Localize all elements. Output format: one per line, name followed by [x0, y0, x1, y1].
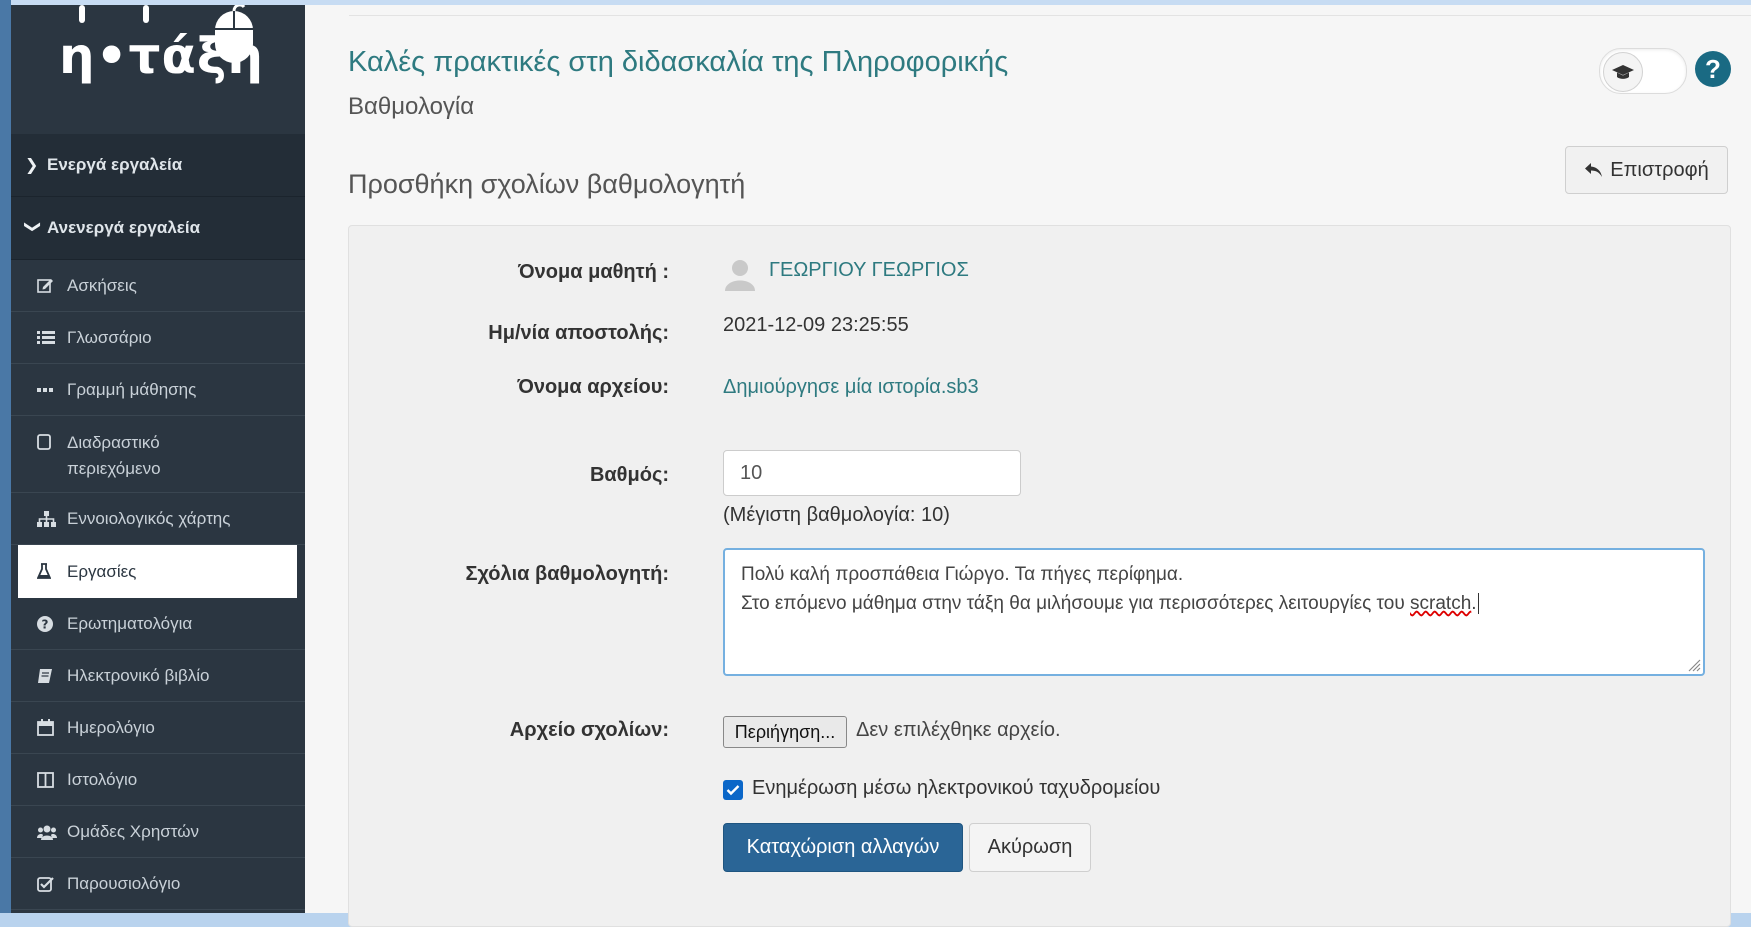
reply-icon: [1585, 163, 1603, 177]
course-title[interactable]: Καλές πρακτικές στη διδασκαλία της Πληρο…: [348, 46, 1008, 79]
sidebar-item-label: Εργασίες: [67, 561, 137, 581]
sidebar-item-ebook[interactable]: Ηλεκτρονικό βιβλίο: [11, 650, 305, 702]
avatar: [725, 260, 755, 291]
sidebar-item-concept-map[interactable]: Εννοιολογικός χάρτης: [11, 493, 305, 545]
logo-decoration: [79, 5, 85, 23]
sidebar-item-label: Ιστολόγιο: [67, 769, 138, 789]
svg-text:?: ?: [42, 617, 49, 631]
section-active-tools[interactable]: ❯ Ενεργά εργαλεία: [11, 134, 305, 197]
edit-icon: [37, 277, 67, 294]
question-circle-icon: ?: [37, 615, 67, 632]
sidebar-item-label: Εννοιολογικός χάρτης: [67, 508, 231, 528]
sidebar-item-label: Γραμμή μάθησης: [67, 379, 197, 399]
main-content: Καλές πρακτικές στη διδασκαλία της Πληρο…: [305, 5, 1751, 927]
check-square-icon: [37, 876, 67, 892]
comment-file-label: Αρχείο σχολίων:: [509, 719, 669, 741]
back-button-label: Επιστροφή: [1610, 158, 1709, 181]
sidebar-item-exercises[interactable]: Ασκήσεις: [11, 260, 305, 312]
no-file-text: Δεν επιλέχθηκε αρχείο.: [856, 719, 1061, 741]
sidebar-item-assignments[interactable]: Εργασίες: [18, 545, 297, 598]
sidebar-item-label: Ομάδες Χρηστών: [67, 821, 200, 841]
comments-line: Στο επόμενο μάθημα στην τάξη θα μιλήσουμ…: [741, 589, 1687, 618]
section-label: Ανενεργά εργαλεία: [47, 218, 201, 237]
page-subtitle: Βαθμολογία: [348, 93, 475, 120]
sidebar-item-glossary[interactable]: Γλωσσάριο: [11, 312, 305, 364]
comments-textarea[interactable]: Πολύ καλή προσπάθεια Γιώργο. Τα πήγες πε…: [723, 548, 1705, 676]
student-name-label: Όνομα μαθητή :: [518, 261, 669, 283]
sidebar-item-attendance[interactable]: Παρουσιολόγιο: [11, 858, 305, 910]
save-button[interactable]: Καταχώριση αλλαγών: [723, 823, 963, 872]
back-button[interactable]: Επιστροφή: [1565, 146, 1728, 194]
ellipsis-icon: [37, 387, 67, 393]
list-icon: [37, 330, 67, 345]
sidebar-item-label: Ερωτηματολόγια: [67, 613, 193, 633]
sidebar-item-label: Γλωσσάριο: [67, 327, 152, 347]
sidebar-item-label: Διαδραστικό: [67, 433, 160, 452]
logo[interactable]: η•τάξη: [11, 5, 305, 134]
comments-text: Στο επόμενο μάθημα στην τάξη θα μιλήσουμ…: [741, 593, 1411, 614]
cancel-button[interactable]: Ακύρωση: [969, 823, 1091, 872]
sidebar-item-label-line2: περιεχόμενο: [67, 459, 161, 478]
users-icon: [37, 824, 67, 840]
grading-form: Όνομα μαθητή : ΓΕΩΡΓΙΟΥ ΓΕΩΡΓΙΟΣ Ημ/νία …: [348, 225, 1731, 927]
file-download-link[interactable]: Δημιούργησε μία ιστορία.sb3: [723, 376, 979, 399]
grade-input[interactable]: 10: [723, 450, 1021, 496]
submission-date-label: Ημ/νία αποστολής:: [488, 322, 669, 344]
sidebar-item-user-groups[interactable]: Ομάδες Χρηστών: [11, 806, 305, 858]
sidebar-item-learning-path[interactable]: Γραμμή μάθησης: [11, 364, 305, 416]
comments-text: .: [1471, 593, 1477, 614]
graduation-cap-icon: [1603, 52, 1643, 92]
sidebar-item-label: Ασκήσεις: [67, 275, 137, 295]
student-name-link[interactable]: ΓΕΩΡΓΙΟΥ ΓΕΩΡΓΙΟΣ: [769, 259, 969, 282]
section-inactive-tools[interactable]: ❯ Ανενεργά εργαλεία: [11, 197, 305, 260]
submission-date-value: 2021-12-09 23:25:55: [723, 314, 909, 336]
resize-handle-icon[interactable]: [1687, 658, 1701, 672]
file-name-label: Όνομα αρχείου:: [517, 376, 669, 398]
checkmark-icon: [726, 785, 740, 796]
email-notify-label[interactable]: Ενημέρωση μέσω ηλεκτρονικού ταχυδρομείου: [752, 777, 1160, 800]
section-label: Ενεργά εργαλεία: [47, 155, 183, 174]
chevron-right-icon: ❯: [25, 157, 39, 174]
chevron-down-icon: ❯: [24, 220, 41, 234]
sidebar-item-calendar[interactable]: Ημερολόγιο: [11, 702, 305, 754]
book-icon: [37, 668, 67, 684]
sidebar-item-label: Παρουσιολόγιο: [67, 873, 181, 893]
comments-line: Πολύ καλή προσπάθεια Γιώργο. Τα πήγες πε…: [741, 564, 1184, 585]
student-view-toggle[interactable]: [1599, 48, 1687, 94]
sidebar-item-interactive-content[interactable]: Διαδραστικό περιεχόμενο: [11, 416, 305, 493]
misspelled-word: scratch: [1410, 593, 1472, 614]
browse-button[interactable]: Περιήγηση...: [723, 716, 847, 748]
comments-label: Σχόλια βαθμολογητή:: [465, 563, 669, 585]
divider: [349, 15, 1751, 16]
logo-decoration: [143, 5, 149, 23]
help-icon[interactable]: ?: [1695, 51, 1731, 87]
flask-icon: [37, 563, 67, 580]
sidebar-item-label: Ηλεκτρονικό βιβλίο: [67, 665, 210, 685]
grade-label: Βαθμός:: [589, 464, 669, 486]
email-notify-checkbox[interactable]: [723, 780, 743, 800]
sidebar-item-questionnaires[interactable]: ? Ερωτηματολόγια: [11, 598, 305, 650]
square-icon: [37, 430, 67, 450]
section-title: Προσθήκη σχολίων βαθμολογητή: [348, 169, 746, 199]
max-grade-hint: (Μέγιστη βαθμολογία: 10): [723, 504, 950, 526]
sidebar-item-label: Ημερολόγιο: [67, 717, 155, 737]
sitemap-icon: [37, 510, 67, 527]
columns-icon: [37, 771, 67, 788]
window-frame-left: [0, 0, 11, 913]
sidebar: η•τάξη ❯ Ενεργά εργαλεία ❯ Ανενεργά εργα…: [11, 5, 305, 913]
calendar-icon: [37, 719, 67, 736]
sidebar-item-blog[interactable]: Ιστολόγιο: [11, 754, 305, 806]
mouse-icon: [215, 5, 253, 63]
